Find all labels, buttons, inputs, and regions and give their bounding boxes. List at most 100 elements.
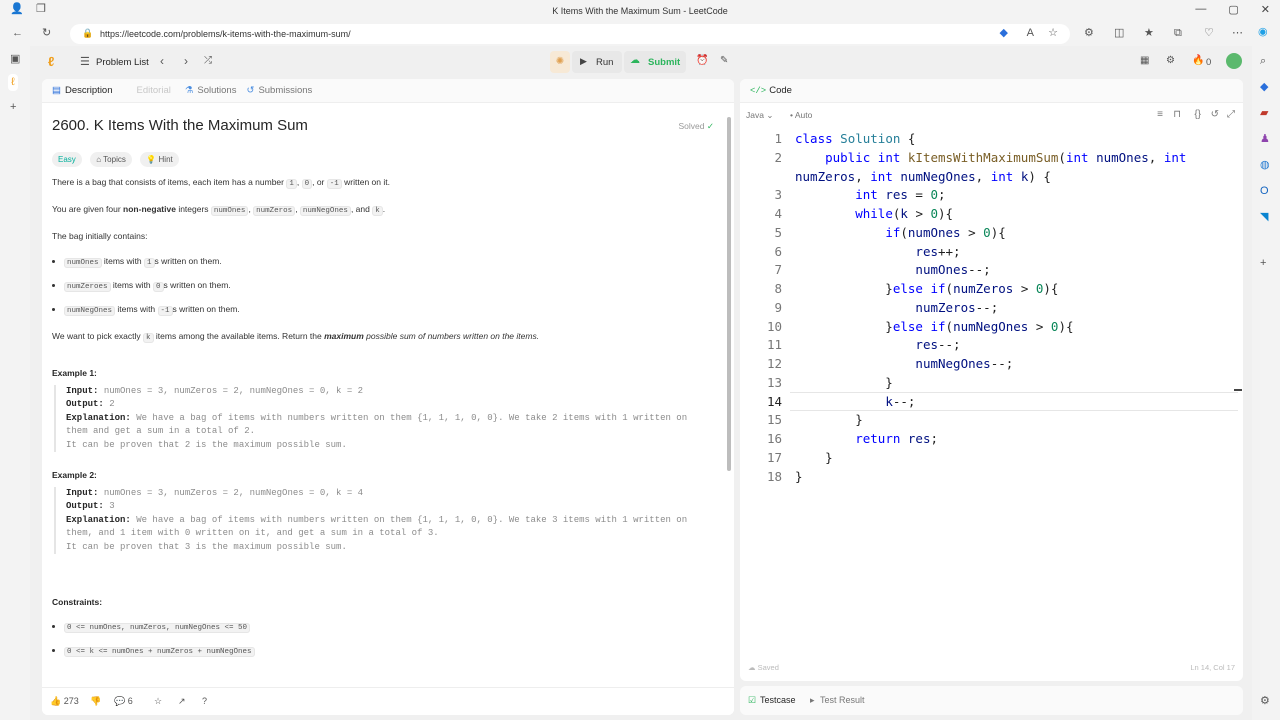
minimize-icon[interactable]: — (1195, 3, 1206, 16)
checkbox-icon: ☑ (748, 695, 757, 705)
contents-list: numOnes items with 1s written on them. n… (52, 255, 722, 317)
sidebar-settings-icon[interactable]: ⚙ (1260, 696, 1270, 707)
next-problem-icon[interactable]: › (184, 54, 188, 68)
description-scrollbar[interactable] (726, 107, 732, 707)
braces-icon[interactable]: {} (1194, 109, 1201, 120)
maximize-icon[interactable]: ▢ (1228, 3, 1238, 16)
help-icon[interactable]: ? (202, 696, 207, 706)
saved-status: ☁ Saved (748, 663, 779, 672)
search-icon[interactable]: ⌕ (1260, 56, 1266, 67)
constraints-list: 0 <= numOnes, numZeros, numNegOnes <= 50… (52, 620, 255, 658)
line-number: 12 (766, 356, 782, 371)
autocomplete-toggle[interactable]: • Auto (790, 110, 812, 120)
url-input[interactable]: 🔒 https://leetcode.com/problems/k-items-… (70, 24, 1070, 44)
tab-actions-icon[interactable]: ▣ (10, 54, 20, 65)
url-text: https://leetcode.com/problems/k-items-wi… (100, 29, 351, 39)
games-icon[interactable]: ♟ (1260, 134, 1270, 145)
favorites-icon[interactable]: ★ (1144, 28, 1154, 39)
lightbulb-icon: 💡 (146, 155, 157, 164)
reset-icon[interactable]: ↺ (1211, 109, 1219, 120)
collections-icon[interactable]: ⧉ (1174, 28, 1182, 39)
browser-essentials-icon[interactable]: ♡ (1204, 28, 1214, 39)
debug-icon[interactable]: ✺ (550, 51, 570, 73)
outlook-icon[interactable]: O (1260, 186, 1269, 197)
list-item: 0 <= k <= numOnes + numZeros + numNegOne… (64, 644, 255, 658)
shuffle-icon[interactable]: ⤮ (204, 55, 212, 66)
comments-button[interactable]: 💬 6 (114, 696, 133, 707)
run-button[interactable]: ▶ Run (572, 51, 622, 73)
refresh-icon[interactable]: ↻ (42, 28, 51, 39)
extension-icon[interactable]: ◆ (1000, 28, 1008, 39)
problem-list-link[interactable]: Problem List (96, 57, 149, 68)
leetcode-tab-icon[interactable]: ℓ (8, 74, 18, 91)
dislike-button[interactable]: 👎 (90, 696, 101, 707)
more-icon[interactable]: ⋯ (1232, 28, 1243, 39)
paragraph-2: You are given four non-negative integers… (52, 204, 386, 216)
tab-solutions[interactable]: Solutions (197, 85, 236, 96)
tab-submissions[interactable]: Submissions (258, 85, 312, 96)
copilot-icon[interactable]: ◉ (1258, 27, 1268, 38)
prev-problem-icon[interactable]: ‹ (160, 54, 164, 68)
fullscreen-icon[interactable]: ⤢ (1227, 109, 1235, 120)
back-icon[interactable]: ← (12, 28, 23, 39)
notes-icon[interactable]: ✎ (720, 55, 728, 66)
code-line: res++; (915, 244, 961, 259)
line-number: 11 (766, 337, 782, 352)
tab-editorial[interactable]: Editorial (137, 85, 171, 96)
code-line: } (795, 412, 863, 427)
hint-badge[interactable]: 💡 Hint (140, 152, 179, 167)
like-button[interactable]: 👍 273 (50, 696, 79, 707)
new-tab-icon[interactable]: + (10, 102, 16, 113)
settings-icon[interactable]: ⚙ (1166, 55, 1175, 66)
check-circle-icon: ✓ (706, 121, 714, 131)
code-line: }else if(numZeros > 0){ (795, 281, 1059, 296)
layout-icon[interactable]: ▦ (1140, 55, 1149, 66)
line-number: 17 (766, 450, 782, 465)
tab-testcase[interactable]: Testcase (760, 695, 796, 705)
paragraph-3: The bag initially contains: (52, 231, 148, 241)
list-item: 0 <= numOnes, numZeros, numNegOnes <= 50 (64, 620, 255, 634)
code-panel: </> Code Java ⌄ • Auto ≡ ⊓ {} ↺ ⤢ 1 clas… (740, 79, 1243, 681)
scrollbar-thumb[interactable] (727, 117, 731, 471)
leetcode-logo[interactable]: ℓ (48, 54, 54, 69)
code-line: public int kItemsWithMaximumSum(int numO… (825, 150, 1187, 165)
flame-count: 0 (1206, 57, 1212, 68)
solved-status: Solved ✓ (678, 121, 715, 131)
example-2-block: Input: numOnes = 3, numZeros = 2, numNeg… (54, 487, 724, 555)
microsoft365-icon[interactable]: ◍ (1260, 160, 1270, 171)
code-tab[interactable]: Code (769, 85, 792, 96)
code-line: k--; (885, 394, 916, 409)
close-icon[interactable]: ✕ (1261, 3, 1270, 16)
read-aloud-icon[interactable]: A (1027, 28, 1034, 39)
split-screen-icon[interactable]: ◫ (1114, 28, 1124, 39)
browser-extensions-icon[interactable]: ⚙ (1084, 28, 1094, 39)
flame-icon[interactable]: 🔥 (1192, 55, 1204, 66)
favorite-icon[interactable]: ☆ (1048, 28, 1058, 39)
avatar[interactable] (1226, 53, 1242, 69)
submit-button[interactable]: ☁ Submit (624, 51, 686, 73)
description-tab-icon: ▤ (52, 85, 61, 96)
example-1-block: Input: numOnes = 3, numZeros = 2, numNeg… (54, 385, 724, 453)
format-icon[interactable]: ≡ (1157, 109, 1163, 120)
bookmark-icon[interactable]: ⊓ (1173, 109, 1181, 120)
code-editor[interactable]: 1 class Solution { 2 public int kItemsWi… (740, 129, 1243, 489)
timer-icon[interactable]: ⏰ (696, 55, 708, 66)
paragraph-4: We want to pick exactly k items among th… (52, 331, 540, 343)
topics-badge[interactable]: ⌂ Topics (90, 152, 132, 167)
list-icon[interactable]: ☰ (80, 55, 90, 68)
shopping-icon[interactable]: ◆ (1260, 82, 1268, 93)
drop-icon[interactable]: ◥ (1260, 212, 1268, 223)
description-footer: 👍 273 👎 💬 6 ☆ ↗ ? (42, 687, 734, 715)
share-icon[interactable]: ↗ (178, 696, 186, 707)
language-select[interactable]: Java ⌄ (746, 110, 773, 121)
constraints-title: Constraints: (52, 597, 103, 607)
badges-row: Easy ⌂ Topics 💡 Hint (52, 149, 183, 167)
tab-test-result[interactable]: Test Result (820, 695, 865, 705)
tools-icon[interactable]: ▰ (1260, 108, 1268, 119)
code-line: if(numOnes > 0){ (885, 225, 1006, 240)
run-label: Run (596, 57, 614, 68)
add-sidebar-icon[interactable]: + (1260, 258, 1266, 269)
star-icon[interactable]: ☆ (154, 696, 162, 707)
tab-description[interactable]: Description (65, 85, 113, 96)
line-number: 8 (774, 281, 782, 296)
